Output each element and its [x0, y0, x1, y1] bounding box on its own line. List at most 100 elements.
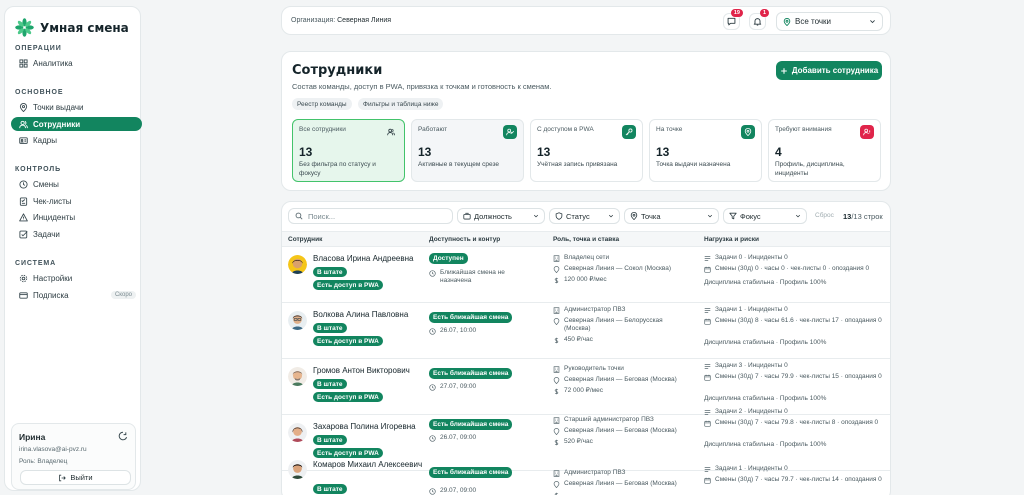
user-role: Роль: Владелец	[19, 458, 68, 465]
availability-status-badge: Есть ближайшая смена	[429, 312, 513, 323]
stat-icon-wrap	[860, 125, 874, 139]
point-select[interactable]: Все точки	[776, 12, 883, 31]
employee-name[interactable]: Власова Ирина Андреевна	[313, 254, 425, 264]
status-filter-select[interactable]: Статус	[549, 208, 620, 224]
sidebar-item-label: Подписка	[33, 290, 69, 300]
calendar-icon	[704, 420, 711, 427]
stat-icon-wrap	[741, 125, 755, 139]
tasks-text: Задачи 1 · Инциденты 0	[715, 465, 788, 472]
search-icon	[295, 212, 303, 220]
filter-label: Статус	[566, 211, 590, 221]
next-shift-text: 26.07, 09:00	[440, 434, 477, 441]
role-line: Руководитель точки	[553, 365, 684, 373]
map-pin-icon	[553, 481, 560, 488]
chevron-down-icon	[870, 20, 875, 24]
avatar	[288, 460, 307, 479]
column-header-load: Нагрузка и риски	[704, 236, 759, 243]
stat-on-point[interactable]: На точке 13 Точка выдачи назначена	[649, 119, 762, 182]
point-line: Северная Линия — Беговая (Москва)	[553, 376, 684, 384]
sidebar-item-tasks[interactable]: Задачи	[11, 227, 142, 241]
next-shift: 27.07, 09:00	[429, 383, 476, 391]
next-shift: 26.07, 09:00	[429, 434, 476, 442]
sidebar-item-staff[interactable]: Кадры	[11, 133, 142, 147]
stat-pwa-access[interactable]: С доступом в PWA 13 Учётная запись привя…	[530, 119, 643, 182]
discipline-text: Дисциплина стабильна · Профиль 100%	[704, 279, 827, 286]
messages-button[interactable]: 19	[723, 9, 743, 30]
employee-name[interactable]: Волкова Алина Павловна	[313, 310, 425, 320]
stat-need-attention[interactable]: Требуют внимания 4 Профиль, дисциплина, …	[768, 119, 881, 182]
checklist-icon	[19, 196, 28, 206]
position-filter-select[interactable]: Должность	[457, 208, 545, 224]
next-shift-text: 27.07, 09:00	[440, 383, 477, 390]
stat-working[interactable]: Работают 13 Активные в текущем срезе	[411, 119, 524, 182]
sidebar-item-label: Кадры	[33, 135, 57, 145]
notifications-button[interactable]: 1	[749, 9, 769, 30]
user-check-icon	[506, 128, 514, 136]
role-line: Администратор ПВЗ	[553, 306, 684, 314]
sidebar-item-employees[interactable]: Сотрудники	[11, 117, 142, 131]
sidebar-item-checklists[interactable]: Чек-листы	[11, 194, 142, 208]
section-label-operations: ОПЕРАЦИИ	[15, 45, 62, 52]
map-pin-icon	[19, 102, 28, 112]
tasks-line: Задачи 1 · Инциденты 0	[704, 465, 890, 473]
id-card-icon	[19, 136, 28, 144]
sidebar-item-shifts[interactable]: Смены	[11, 177, 142, 191]
table-row[interactable]: Волкова Алина Павловна В штате Есть дост…	[282, 304, 890, 359]
sidebar-item-settings[interactable]: Настройки	[11, 271, 142, 285]
availability-status-badge: Есть ближайшая смена	[429, 467, 513, 478]
logout-button[interactable]: Выйти	[20, 470, 131, 485]
role-line: Старший администратор ПВЗ	[553, 416, 684, 424]
pwa-access-badge: Есть доступ в PWA	[313, 336, 383, 346]
role-text: Администратор ПВЗ	[564, 469, 626, 476]
shifts-line: Смены (30д) 7 · часы 79.7 · чек-листы 14…	[704, 476, 890, 484]
sidebar-item-analytics[interactable]: Аналитика	[11, 56, 142, 70]
role-text: Руководитель точки	[564, 365, 624, 372]
role-text: Владелец сети	[564, 254, 610, 261]
stat-all-employees[interactable]: Все сотрудники 13 Без фильтра по статусу…	[292, 119, 405, 182]
sidebar-item-incidents[interactable]: Инциденты	[11, 210, 142, 224]
reset-filters-button[interactable]: Сброс	[815, 212, 834, 219]
stat-icon-wrap	[503, 125, 517, 139]
table-row[interactable]: Громов Антон Викторович В штате Есть дос…	[282, 360, 890, 415]
stat-value: 4	[775, 145, 782, 159]
gear-icon	[19, 274, 28, 282]
map-pin-icon	[553, 428, 560, 435]
users-icon	[19, 120, 28, 128]
top-bar: Организация: Северная Линия 19 1 Все точ…	[281, 6, 891, 35]
coming-soon-badge: Скоро	[110, 291, 136, 299]
avatar	[288, 311, 307, 330]
employee-name[interactable]: Захарова Полина Игоревна	[313, 422, 425, 432]
chevron-down-icon	[707, 214, 713, 218]
app-name: Умная смена	[40, 20, 129, 35]
calendar-icon	[704, 374, 711, 381]
point-line: Северная Линия — Белорусская (Москва)	[553, 317, 684, 333]
employee-name[interactable]: Комаров Михаил Алексеевич	[313, 460, 425, 470]
shifts-line: Смены (30д) 7 · часы 79.8 · чек-листы 8 …	[704, 419, 890, 427]
shield-icon	[555, 212, 563, 220]
rate-text: 72 000 ₽/мес	[564, 387, 603, 394]
point-text: Северная Линия — Беговая (Москва)	[564, 427, 677, 434]
calendar-icon	[704, 477, 711, 484]
rate-line: 120 000 ₽/мес	[553, 276, 684, 284]
sidebar-item-subscription[interactable]: Подписка Скоро	[11, 288, 142, 302]
sidebar-item-pickup-points[interactable]: Точки выдачи	[11, 100, 142, 114]
app-logo[interactable]: Умная смена	[15, 18, 129, 37]
theme-toggle-icon[interactable]	[118, 431, 128, 441]
dollar-icon	[554, 439, 559, 446]
checkbox-icon	[19, 230, 28, 238]
focus-filter-select[interactable]: Фокус	[723, 208, 807, 224]
search-input[interactable]: Поиск...	[288, 208, 453, 224]
point-text: Северная Линия — Беговая (Москва)	[564, 376, 677, 383]
employee-name[interactable]: Громов Антон Викторович	[313, 366, 425, 376]
rate-text: 450 ₽/час	[564, 336, 593, 343]
table-row[interactable]: Власова Ирина Андреевна В штате Есть дос…	[282, 248, 890, 303]
pwa-access-badge: Есть доступ в PWA	[313, 280, 383, 290]
stat-value: 13	[299, 145, 313, 159]
stat-value: 13	[418, 145, 432, 159]
point-filter-select[interactable]: Точка	[624, 208, 719, 224]
funnel-icon	[729, 212, 737, 220]
rate-text: 120 000 ₽/мес	[564, 276, 607, 283]
table-row[interactable]: Комаров Михаил Алексеевич В штате Есть б…	[282, 455, 890, 495]
discipline-text: Дисциплина стабильна · Профиль 100%	[704, 441, 827, 448]
add-employee-button[interactable]: Добавить сотрудника	[776, 61, 882, 80]
